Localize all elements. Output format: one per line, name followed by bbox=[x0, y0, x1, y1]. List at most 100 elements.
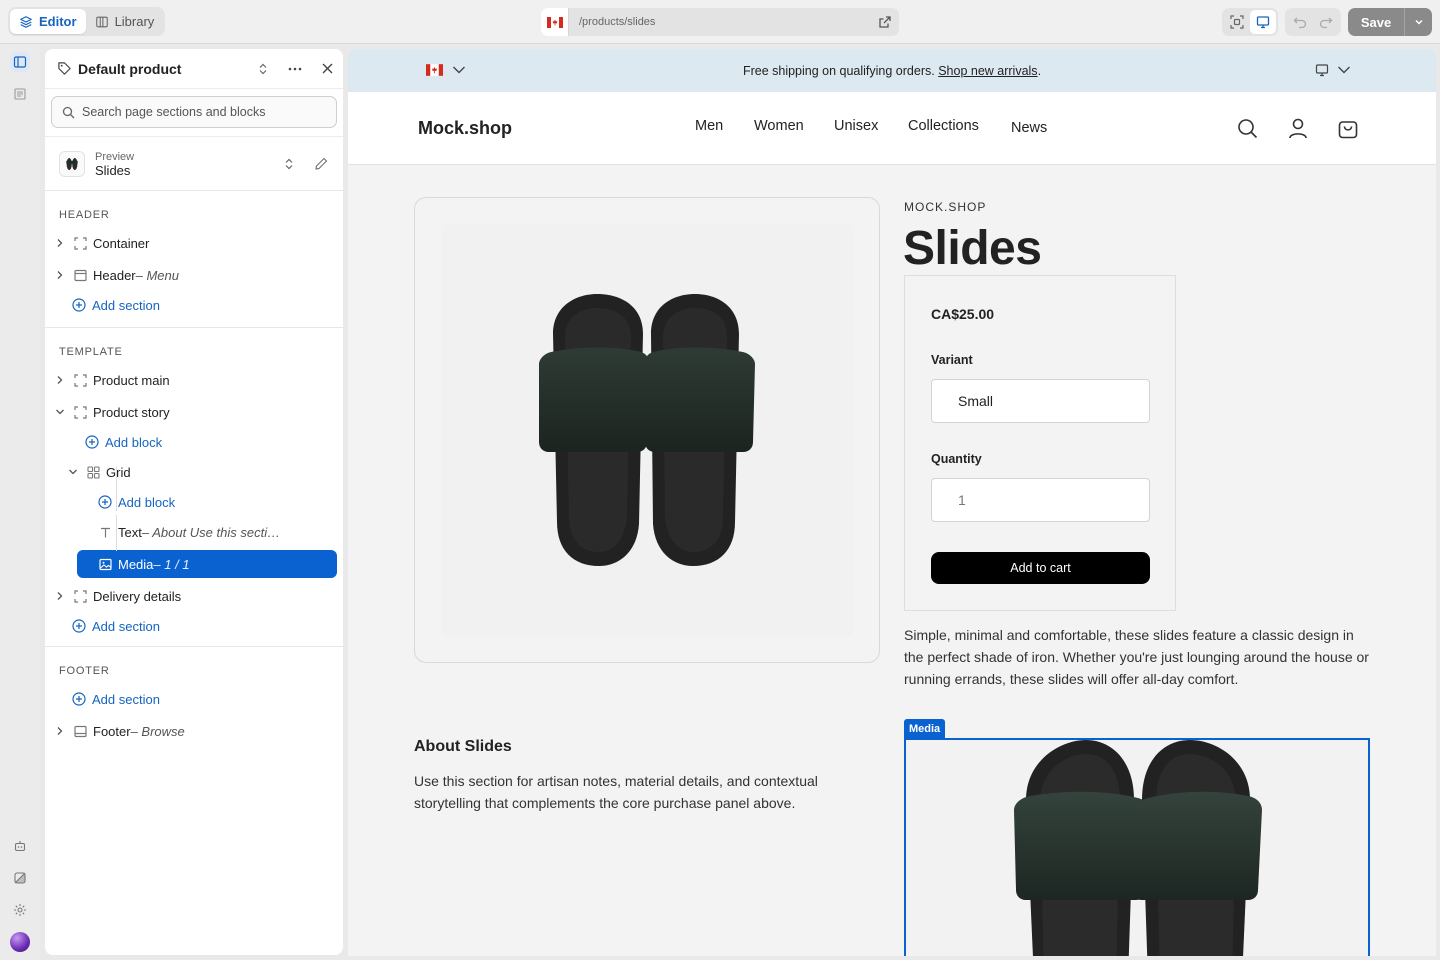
nav-link-unisex[interactable]: Unisex bbox=[834, 118, 878, 134]
add-section-template[interactable]: Add section bbox=[45, 612, 343, 640]
search-icon bbox=[62, 106, 75, 118]
quantity-input[interactable]: 1 bbox=[931, 478, 1150, 522]
undo-button[interactable] bbox=[1287, 10, 1313, 34]
country-selector[interactable] bbox=[541, 8, 569, 36]
chevron-down-icon[interactable] bbox=[1337, 65, 1351, 75]
save-button[interactable]: Save bbox=[1348, 8, 1404, 36]
block-sublabel: – About Use this secti… bbox=[141, 524, 281, 540]
top-bar: Editor Library /products/slides Save bbox=[0, 0, 1440, 44]
user-avatar[interactable] bbox=[10, 932, 30, 952]
preview-selector[interactable]: Preview Slides bbox=[45, 136, 343, 190]
media-selection-tag[interactable]: Media bbox=[904, 719, 946, 738]
theme-styles-button[interactable] bbox=[10, 868, 30, 888]
preview-switcher-button[interactable] bbox=[273, 148, 305, 180]
save-button-group: Save bbox=[1348, 8, 1432, 36]
block-media-selected[interactable]: Media – 1 / 1 bbox=[77, 550, 337, 578]
apps-button[interactable] bbox=[10, 836, 30, 856]
quantity-label: Quantity bbox=[931, 452, 982, 466]
nav-link-men[interactable]: Men bbox=[695, 118, 723, 134]
desktop-icon bbox=[1256, 16, 1270, 29]
open-external-button[interactable] bbox=[871, 15, 899, 29]
sections-panel-button[interactable] bbox=[10, 52, 30, 72]
product-media-card[interactable] bbox=[414, 197, 880, 663]
plus-circle-icon bbox=[72, 692, 86, 706]
product-title: Slides bbox=[903, 222, 1042, 275]
settings-button[interactable] bbox=[10, 900, 30, 920]
text-icon bbox=[98, 525, 112, 539]
chevron-right-icon[interactable] bbox=[53, 268, 67, 282]
variant-label: Variant bbox=[931, 353, 973, 367]
library-tab-label: Library bbox=[114, 14, 155, 29]
image-icon bbox=[98, 557, 112, 571]
chevron-right-icon[interactable] bbox=[53, 724, 67, 738]
section-label: Footer bbox=[93, 723, 131, 739]
add-to-cart-button[interactable]: Add to cart bbox=[931, 552, 1150, 584]
nav-link-news[interactable]: News bbox=[1011, 120, 1047, 136]
close-icon bbox=[322, 63, 332, 74]
tag-icon bbox=[58, 62, 71, 75]
url-text[interactable]: /products/slides bbox=[569, 16, 871, 28]
quantity-value: 1 bbox=[958, 492, 966, 508]
library-tab[interactable]: Library bbox=[86, 9, 164, 34]
nav-link-collections[interactable]: Collections bbox=[908, 118, 979, 134]
desktop-view-button[interactable] bbox=[1250, 10, 1276, 34]
template-title[interactable]: Default product bbox=[78, 61, 247, 77]
account-button[interactable] bbox=[1286, 116, 1310, 140]
store-logo[interactable]: Mock.shop bbox=[418, 118, 512, 139]
section-delivery-details[interactable]: Delivery details bbox=[45, 580, 343, 612]
monitor-icon[interactable] bbox=[1315, 63, 1329, 77]
chevron-down-icon[interactable] bbox=[53, 405, 67, 419]
plus-circle-icon bbox=[85, 435, 99, 449]
section-search-input[interactable]: Search page sections and blocks bbox=[51, 96, 337, 128]
chevron-right-icon[interactable] bbox=[53, 589, 67, 603]
store-search-button[interactable] bbox=[1235, 116, 1259, 140]
section-footer[interactable]: Footer – Browse bbox=[45, 715, 343, 747]
plus-circle-icon bbox=[72, 298, 86, 312]
paint-icon bbox=[14, 872, 26, 884]
add-block-story[interactable]: Add block bbox=[45, 428, 343, 456]
inspector-button[interactable] bbox=[1224, 10, 1250, 34]
undo-icon bbox=[1293, 17, 1307, 29]
chevron-right-icon[interactable] bbox=[53, 373, 67, 387]
chevron-right-icon[interactable] bbox=[53, 236, 67, 250]
announcement-link[interactable]: Shop new arrivals bbox=[938, 64, 1037, 78]
close-panel-button[interactable] bbox=[311, 53, 343, 85]
cart-button[interactable] bbox=[1336, 116, 1360, 140]
nav-link-women[interactable]: Women bbox=[754, 118, 804, 134]
variant-select[interactable]: Small bbox=[931, 379, 1150, 423]
section-header[interactable]: Header – Menu bbox=[45, 259, 343, 291]
add-section-footer[interactable]: Add section bbox=[45, 683, 343, 715]
more-options-button[interactable] bbox=[279, 53, 311, 85]
gear-icon bbox=[14, 904, 26, 916]
template-switcher-button[interactable] bbox=[247, 53, 279, 85]
section-container[interactable]: Container bbox=[45, 227, 343, 259]
page-settings-button[interactable] bbox=[10, 84, 30, 104]
section-sublabel: – Browse bbox=[130, 723, 185, 739]
section-product-story[interactable]: Product story bbox=[45, 396, 343, 428]
footer-layout-icon bbox=[73, 724, 87, 738]
add-section-label: Add section bbox=[92, 297, 160, 313]
add-section-header[interactable]: Add section bbox=[45, 291, 343, 319]
section-product-main[interactable]: Product main bbox=[45, 364, 343, 396]
chevron-down-icon[interactable] bbox=[66, 465, 80, 479]
editor-tab[interactable]: Editor bbox=[10, 9, 86, 34]
edit-preview-button[interactable] bbox=[305, 148, 337, 180]
add-block-grid[interactable]: Add block bbox=[45, 488, 343, 516]
add-section-label: Add section bbox=[92, 691, 160, 707]
add-section-label: Add section bbox=[92, 618, 160, 634]
block-text[interactable]: Text – About Use this secti… bbox=[45, 516, 343, 548]
preview-url-bar: /products/slides bbox=[541, 8, 899, 36]
section-label: Product main bbox=[93, 372, 170, 388]
left-rail bbox=[0, 44, 40, 960]
editor-tab-label: Editor bbox=[39, 14, 77, 29]
header-layout-icon bbox=[73, 268, 87, 282]
sidebar-icon bbox=[13, 56, 27, 68]
block-grid[interactable]: Grid bbox=[45, 456, 343, 488]
section-frame-icon bbox=[73, 405, 87, 419]
announcement-bar[interactable]: Free shipping on qualifying orders. Shop… bbox=[348, 49, 1436, 92]
announcement-message: Free shipping on qualifying orders. Shop… bbox=[348, 64, 1436, 78]
save-options-button[interactable] bbox=[1404, 8, 1432, 36]
redo-button[interactable] bbox=[1313, 10, 1339, 34]
story-media-selected[interactable] bbox=[904, 738, 1370, 956]
mode-switcher: Editor Library bbox=[8, 7, 166, 36]
